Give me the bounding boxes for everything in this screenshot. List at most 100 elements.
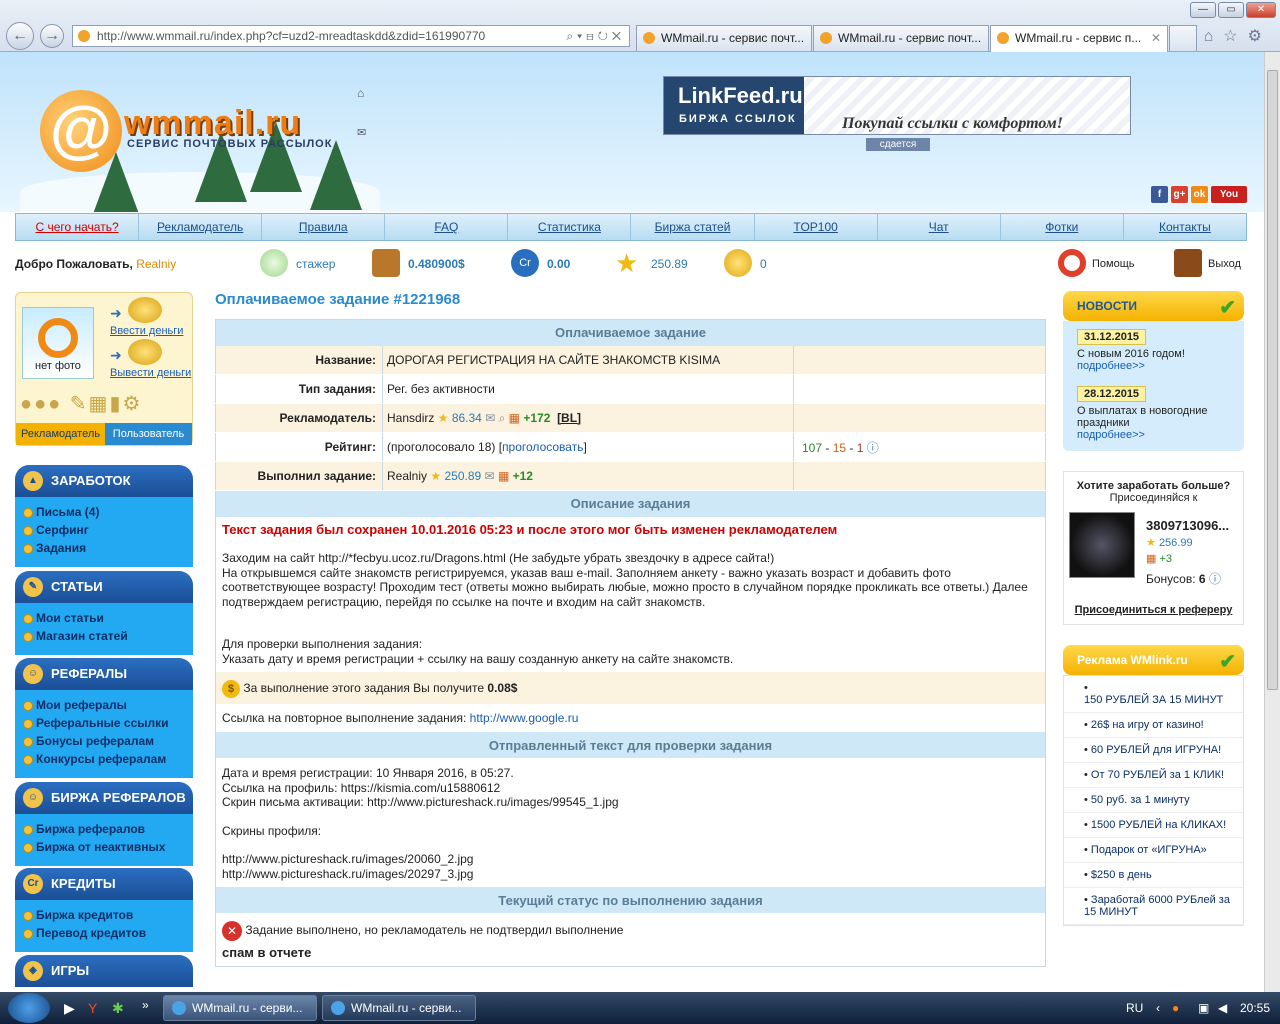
referrer-avatar[interactable]: [1069, 512, 1135, 578]
sidebar-item-referral-bonuses[interactable]: Бонусы рефералам: [23, 732, 193, 750]
quicklaunch-app-icon[interactable]: ✱: [112, 1000, 124, 1017]
network-icon[interactable]: ▣: [1198, 1001, 1209, 1015]
repeat-link[interactable]: http://www.google.ru: [470, 711, 579, 725]
tray-app-icon[interactable]: ●: [1172, 1001, 1179, 1015]
browser-tools-icons[interactable]: ⌂☆⚙: [1204, 26, 1272, 46]
start-button[interactable]: [8, 993, 50, 1023]
banner-rent-label[interactable]: сдается: [866, 138, 930, 151]
sidebar-item-credit-exchange[interactable]: Биржа кредитов: [23, 906, 193, 924]
join-referrer-link[interactable]: Присоединиться к рефереру: [1064, 604, 1243, 616]
send-mail-icon[interactable]: ✉: [485, 411, 495, 425]
address-bar[interactable]: http://www.wmmail.ru/index.php?cf=uzd2-m…: [72, 25, 630, 47]
ad-link[interactable]: Заработай 6000 РУБлей за 15 МИНУТ: [1084, 894, 1230, 918]
tray-expand-icon[interactable]: ‹: [1156, 1001, 1160, 1015]
close-tab-icon[interactable]: ✕: [1151, 26, 1161, 50]
googleplus-icon[interactable]: g+: [1171, 186, 1188, 203]
tab-advertiser[interactable]: Рекламодатель: [16, 423, 105, 445]
odnoklassniki-icon[interactable]: ok: [1191, 186, 1208, 203]
home-icon[interactable]: ⌂: [357, 86, 364, 100]
mail-icon[interactable]: ✉: [357, 126, 366, 139]
section-earning[interactable]: ▲ ЗАРАБОТОК: [15, 465, 193, 497]
section-games[interactable]: ◈ ИГРЫ: [15, 955, 193, 987]
withdraw-link[interactable]: Вывести деньги: [110, 367, 191, 379]
menu-chat[interactable]: Чат: [876, 214, 1000, 240]
sidebar-item-my-articles[interactable]: Мои статьи: [23, 609, 193, 627]
ad-link[interactable]: Подарок от «ИГРУНА»: [1091, 844, 1207, 856]
menu-start[interactable]: С чего начать?: [16, 214, 138, 240]
avatar[interactable]: нет фото: [22, 307, 94, 379]
forward-arrow-icon[interactable]: →: [40, 24, 64, 48]
ad-link[interactable]: 60 РУБЛЕЙ для ИГРУНА!: [1091, 744, 1221, 756]
quicklaunch-yandex-icon[interactable]: Y: [88, 1000, 97, 1016]
send-mail-icon[interactable]: ✉: [485, 469, 495, 483]
blacklist-link[interactable]: [BL]: [557, 411, 581, 425]
back-arrow-icon[interactable]: ←: [6, 22, 34, 50]
sidebar-item-credit-transfer[interactable]: Перевод кредитов: [23, 924, 193, 942]
ad-link[interactable]: От 70 РУБЛЕЙ за 1 КЛИК!: [1091, 769, 1224, 781]
sidebar-item-referral-exchange[interactable]: Биржа рефералов: [23, 820, 193, 838]
news-more-link[interactable]: подробнее>>: [1077, 429, 1145, 441]
sidebar-item-tasks[interactable]: Задания: [23, 539, 193, 557]
news-list: 31.12.2015 С новым 2016 годом! подробнее…: [1063, 321, 1244, 451]
section-referral-exchange[interactable]: ☺ БИРЖА РЕФЕРАЛОВ: [15, 782, 193, 814]
linkfeed-banner[interactable]: LinkFeed.ru БИРЖА ССЫЛОК Покупай ссылки …: [663, 76, 1131, 135]
menu-photos[interactable]: Фотки: [999, 214, 1123, 240]
quicklaunch-media-icon[interactable]: ▶: [64, 1000, 75, 1017]
vote-link[interactable]: проголосовать: [502, 440, 583, 454]
menu-faq[interactable]: FAQ: [384, 214, 507, 240]
browser-tab-active[interactable]: WMmail.ru - сервис п... ✕: [990, 25, 1168, 52]
sidebar-item-my-referrals[interactable]: Мои рефералы: [23, 696, 193, 714]
info-icon[interactable]: ⓘ: [867, 441, 879, 455]
new-tab-button[interactable]: [1169, 25, 1197, 51]
section-articles[interactable]: ✎ СТАТЬИ: [15, 571, 193, 603]
ad-link[interactable]: 26$ на игру от казино!: [1091, 719, 1204, 731]
menu-advertiser[interactable]: Рекламодатель: [138, 214, 261, 240]
sent-line: http://www.pictureshack.ru/images/20060_…: [222, 852, 474, 866]
tree-decoration: [310, 140, 362, 210]
tab-user[interactable]: Пользователь: [105, 423, 192, 445]
ad-link[interactable]: 50 руб. за 1 минуту: [1091, 794, 1190, 806]
maximize-button[interactable]: ▭: [1218, 2, 1244, 18]
page-scrollbar[interactable]: [1264, 52, 1280, 992]
sidebar-item-letters[interactable]: Письма (4): [23, 503, 193, 521]
scrollbar-thumb[interactable]: [1267, 70, 1278, 690]
logo-at-icon[interactable]: @: [40, 90, 122, 172]
advertiser-name[interactable]: Hansdirz: [387, 411, 434, 425]
taskbar-window-button[interactable]: WMmail.ru - серви...: [163, 995, 317, 1021]
close-window-button[interactable]: ✕: [1246, 2, 1276, 18]
news-more-link[interactable]: подробнее>>: [1077, 360, 1145, 372]
menu-rules[interactable]: Правила: [261, 214, 384, 240]
sidebar-item-articles-shop[interactable]: Магазин статей: [23, 627, 193, 645]
help-link[interactable]: Помощь: [1058, 249, 1135, 279]
done-username[interactable]: Realniy: [387, 469, 427, 483]
logout-link[interactable]: Выход: [1174, 249, 1241, 279]
sidebar-item-inactive-exchange[interactable]: Биржа от неактивных: [23, 838, 193, 856]
taskbar-window-button[interactable]: WMmail.ru - серви...: [322, 995, 476, 1021]
language-indicator[interactable]: RU: [1126, 1001, 1143, 1015]
search-icon[interactable]: ⌕: [499, 411, 506, 425]
sidebar-item-referral-links[interactable]: Реферальные ссылки: [23, 714, 193, 732]
section-credits[interactable]: Cr КРЕДИТЫ: [15, 868, 193, 900]
deposit-link[interactable]: Ввести деньги: [110, 325, 183, 337]
minimize-button[interactable]: —: [1190, 2, 1216, 18]
ad-link[interactable]: 150 РУБЛЕЙ ЗА 15 МИНУТ: [1084, 694, 1223, 706]
menu-top100[interactable]: TOP100: [753, 214, 877, 240]
sidebar-item-surfing[interactable]: Серфинг: [23, 521, 193, 539]
facebook-icon[interactable]: f: [1151, 186, 1168, 203]
quicklaunch-more-icon[interactable]: »: [142, 998, 149, 1012]
browser-tab[interactable]: WMmail.ru - сервис почт...: [813, 25, 989, 51]
info-icon[interactable]: ⓘ: [1209, 572, 1221, 586]
section-referrals[interactable]: ☺ РЕФЕРАЛЫ: [15, 658, 193, 690]
menu-contacts[interactable]: Контакты: [1122, 214, 1246, 240]
clock[interactable]: 20:55: [1240, 1001, 1270, 1015]
menu-articles-exchange[interactable]: Биржа статей: [630, 214, 753, 240]
youtube-icon[interactable]: You: [1211, 186, 1247, 203]
address-tools-icon[interactable]: ⌕▾⊟↻✕: [566, 26, 625, 46]
ad-link[interactable]: 1500 РУБЛЕЙ на КЛИКАХ!: [1091, 819, 1226, 831]
volume-icon[interactable]: ◀: [1218, 1001, 1227, 1015]
ads-title: Реклама WMlink.ru: [1077, 653, 1188, 667]
sidebar-item-referral-contests[interactable]: Конкурсы рефералам: [23, 750, 193, 768]
browser-tab[interactable]: WMmail.ru - сервис почт...: [636, 25, 812, 51]
menu-statistics[interactable]: Статистика: [507, 214, 630, 240]
ad-link[interactable]: $250 в день: [1091, 869, 1152, 881]
